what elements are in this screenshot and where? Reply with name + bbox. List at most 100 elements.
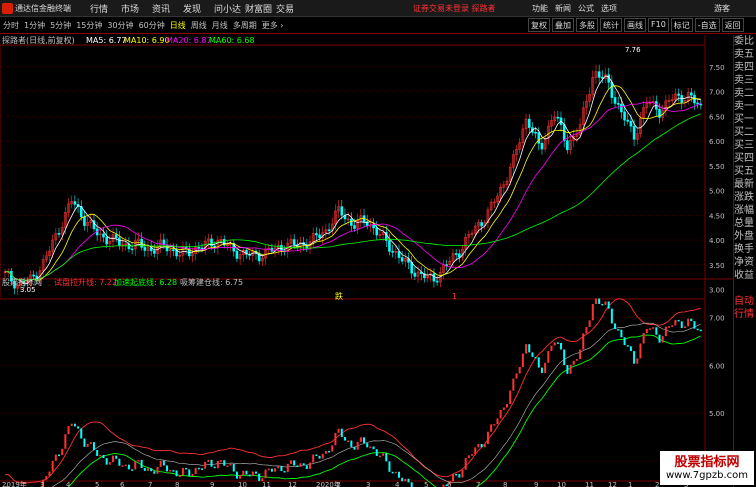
tool-watchlist-button[interactable]: -自选	[694, 18, 720, 32]
ma-lines	[4, 75, 701, 285]
candle-body-177	[566, 140, 569, 151]
ma20-legend: MA20: 6.87	[166, 36, 212, 45]
guest-label[interactable]: 游客	[714, 3, 730, 14]
quote-field-12: 涨跌	[734, 192, 754, 203]
period-tab-9[interactable]: 多周期	[233, 20, 257, 31]
period-tab-4[interactable]: 30分钟	[107, 20, 133, 31]
indicator-bar-147	[471, 454, 474, 456]
quote-field-5: 卖一	[734, 101, 754, 112]
indicator-bar-29	[96, 449, 99, 457]
main-y-tick-7: 6.50	[709, 113, 725, 121]
indicator-bar-158	[506, 404, 509, 408]
indicator-bar-216	[690, 318, 693, 322]
period-tab-5[interactable]: 60分钟	[139, 20, 165, 31]
period-tab-10[interactable]: 更多 ›	[262, 20, 284, 31]
indicator-bar-70	[226, 465, 229, 467]
indicator-bar-17	[58, 454, 61, 456]
menu-item-ask[interactable]: 问小达	[214, 2, 245, 15]
indicator-line2-legend: 加速起底线: 6.28	[114, 277, 177, 287]
period-tab-0[interactable]: 分时	[3, 20, 19, 31]
candle-body-44	[143, 247, 147, 251]
menu-item-wealth[interactable]: 财富圈	[245, 2, 276, 15]
period-tabs: 分时 1分钟 5分钟 15分钟 30分钟 60分钟 日线 周线 月线 多周期 更多 ›	[3, 20, 289, 31]
app-title: 通达信金融终端	[15, 4, 71, 13]
kline-chart-svg[interactable]: 3.00 3.50 4.00 4.50 5.00 5.50 6.00 6.50 7.00 7.50…	[0, 35, 733, 487]
tool-f10-button[interactable]: F10	[648, 18, 669, 32]
indicator-bar-115	[369, 446, 372, 448]
menu-item-function[interactable]: 功能	[532, 3, 555, 14]
indicator-bar-60	[194, 467, 197, 475]
x-tick-21: 11	[585, 481, 594, 487]
indicator-bar-14	[48, 471, 51, 477]
indicator-bar-193	[617, 329, 620, 331]
candle-body-135	[432, 273, 436, 282]
main-y-tick-1: 3.50	[709, 262, 725, 270]
indicator-bar-65	[210, 459, 213, 467]
indicator-bar-78	[251, 471, 254, 476]
candle-body-191	[610, 81, 614, 98]
quote-field-21: 行情	[734, 309, 754, 320]
tool-multi-stock-button[interactable]: 多股	[576, 18, 598, 32]
indicator-bar-36	[118, 458, 121, 466]
indicator-bar-26	[86, 443, 89, 447]
period-tab-1[interactable]: 1分钟	[24, 20, 45, 31]
tool-overlay-button[interactable]: 叠加	[552, 18, 574, 32]
indicator-bar-56	[181, 467, 184, 476]
indicator-bar-181	[579, 349, 582, 360]
kline-chart-area[interactable]: 3.00 3.50 4.00 4.50 5.00 5.50 6.00 6.50 7.00 7.50…	[0, 35, 733, 487]
candle-body-176	[562, 124, 566, 141]
period-tab-6[interactable]: 日线	[170, 20, 186, 31]
indicator-bar-107	[343, 436, 346, 441]
x-tick-22: 12	[608, 481, 617, 487]
indicator-bar-208	[664, 326, 667, 337]
indicator-bar-169	[540, 367, 543, 374]
indicator-bar-168	[537, 357, 540, 368]
candle-body-73	[235, 250, 239, 259]
indicator-bar-41	[134, 461, 137, 470]
login-warning[interactable]: 证券交易未登录 探路者	[413, 3, 496, 14]
tool-rights-button[interactable]: 复权	[528, 18, 550, 32]
menu-item-formula[interactable]: 公式	[578, 3, 601, 14]
x-tick-13: 3	[366, 481, 370, 487]
indicator-bar-151	[483, 444, 486, 448]
period-tab-2[interactable]: 5分钟	[50, 20, 71, 31]
tool-mark-button[interactable]: 标记	[670, 18, 693, 32]
indicator-bar-57	[185, 467, 188, 470]
indicator-bar-31	[102, 454, 105, 459]
indicator-bar-177	[566, 365, 569, 374]
menu-item-news[interactable]: 资讯	[152, 2, 183, 15]
indicator-bar-172	[550, 345, 553, 351]
quote-field-17: 净资	[734, 257, 754, 268]
candles[interactable]	[3, 64, 703, 295]
period-tab-7[interactable]: 周线	[191, 20, 207, 31]
candle-body-216	[689, 92, 693, 96]
indicator-bar-53	[172, 470, 175, 472]
indicator-bar-167	[534, 356, 537, 359]
candle-body-106	[340, 206, 344, 216]
period-tab-3[interactable]: 15分钟	[76, 20, 102, 31]
quote-field-10: 买五	[734, 166, 754, 177]
menu-item-quotes[interactable]: 行情	[90, 2, 121, 15]
menu-item-market[interactable]: 市场	[121, 2, 152, 15]
ma10-legend: MA10: 6.90	[124, 36, 170, 45]
menu-item-discover[interactable]: 发现	[183, 2, 214, 15]
main-y-tick-5: 5.50	[709, 163, 725, 171]
indicator-bar-110	[353, 446, 356, 450]
tool-back-button[interactable]: 返回	[721, 18, 744, 32]
indicator-bar-15	[51, 460, 54, 472]
ma10-line	[4, 85, 701, 281]
x-tick-1: 3	[40, 481, 44, 487]
menu-item-options[interactable]: 选项	[601, 3, 624, 14]
tool-draw-button[interactable]: 画线	[624, 18, 646, 32]
menu-item-trade[interactable]: 交易	[276, 2, 307, 15]
indicator-bar-51	[166, 465, 169, 472]
candle-body-219	[699, 103, 703, 106]
tool-stats-button[interactable]: 统计	[600, 18, 622, 32]
main-y-tick-2: 4.00	[709, 237, 725, 245]
period-tab-8[interactable]: 月线	[212, 20, 228, 31]
indicator-bar-192	[614, 323, 617, 330]
indicator-bar-200	[639, 343, 642, 359]
period-toolbar: 分时 1分钟 5分钟 15分钟 30分钟 60分钟 日线 周线 月线 多周期 更多 › 复权 叠加 …	[0, 17, 756, 34]
menu-item-headlines[interactable]: 新闻	[555, 3, 578, 14]
indicator-bar-72	[232, 464, 235, 472]
